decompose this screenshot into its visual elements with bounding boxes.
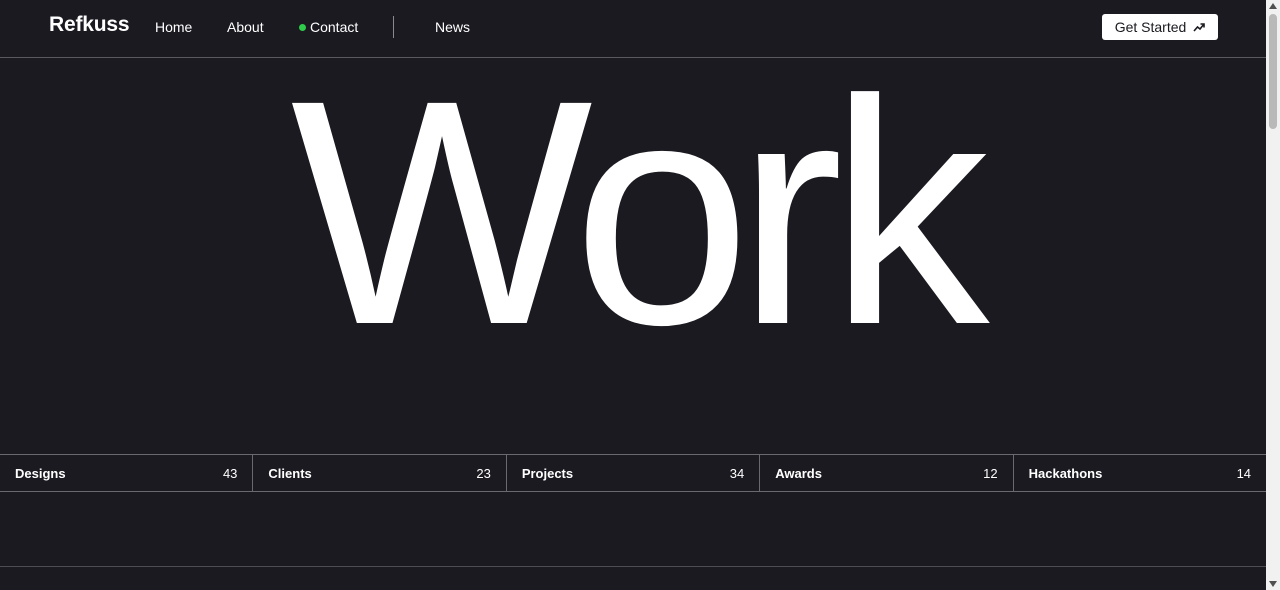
stat-label: Clients (268, 465, 312, 481)
get-started-label: Get Started (1114, 19, 1187, 35)
status-dot-icon (299, 23, 306, 31)
stat-count: 34 (729, 465, 745, 481)
nav-link-home[interactable]: Home (155, 19, 192, 35)
nav-link-about[interactable]: About (227, 19, 264, 35)
scrollbar-thumb[interactable] (1269, 14, 1277, 129)
stat-count: 23 (476, 465, 491, 481)
stat-label: Awards (775, 465, 822, 481)
stat-count: 14 (1236, 465, 1252, 481)
stat-label: Designs (15, 465, 66, 481)
scroll-down-arrow-icon[interactable] (1269, 581, 1277, 587)
brand-logo[interactable]: Refkuss (49, 13, 130, 37)
stat-label: Projects (521, 465, 574, 481)
vertical-scrollbar[interactable] (1266, 0, 1280, 590)
page: Refkuss Home About Contact News Get Star… (0, 0, 1266, 590)
section-divider (0, 566, 1266, 567)
stat-clients[interactable]: Clients 23 (253, 455, 507, 491)
stat-awards[interactable]: Awards 12 (760, 455, 1014, 491)
stat-label: Hackathons (1028, 465, 1103, 481)
stat-count: 12 (983, 465, 998, 481)
stat-count: 43 (222, 465, 238, 481)
get-started-button[interactable]: Get Started (1102, 14, 1218, 40)
hero-title: Work (290, 33, 990, 391)
stat-designs[interactable]: Designs 43 (0, 455, 254, 491)
scroll-up-arrow-icon[interactable] (1269, 3, 1277, 9)
stat-projects[interactable]: Projects 34 (507, 455, 761, 491)
stat-hackathons[interactable]: Hackathons 14 (1014, 455, 1266, 491)
stats-bar: Designs 43 Clients 23 Projects 34 Awards… (0, 454, 1266, 492)
trending-up-icon (1193, 23, 1206, 32)
